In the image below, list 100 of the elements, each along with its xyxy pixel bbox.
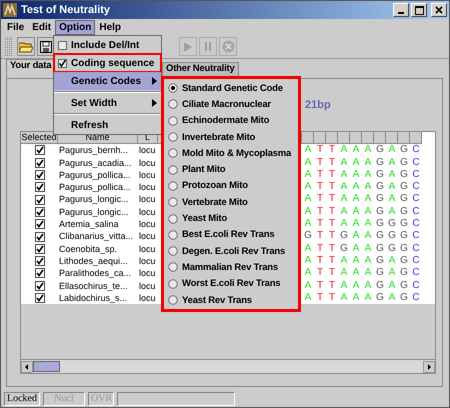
base-cell-text: G (399, 280, 409, 292)
base-cell-text: C (411, 218, 421, 230)
base-cell-text: A (364, 254, 372, 268)
base-cell-text: A (352, 242, 360, 255)
base-cell-text: A (388, 156, 396, 169)
base-cell-text: A (304, 193, 312, 206)
base-cell-text: G (375, 254, 385, 268)
table-cell-text: Artemia_salina (58, 218, 120, 230)
base-cell-text: T (328, 267, 336, 280)
base-cell-text: C (411, 280, 421, 292)
table-cell-text: locu (138, 218, 157, 230)
base-cell-text: A (340, 168, 348, 182)
base-cell-text: A (340, 156, 348, 169)
base-cell-text: A (364, 242, 372, 255)
base-cell-text: G (399, 292, 409, 304)
base-cell-text: G (399, 242, 409, 255)
base-cell-text: C (411, 206, 421, 218)
base-cell-text: A (340, 206, 348, 218)
window-title: Test of Neutrality (21, 4, 112, 16)
base-cell-text: A (364, 206, 372, 218)
base-cell-text: T (328, 218, 336, 230)
base-cell-text: A (304, 144, 312, 157)
base-cell-text: T (316, 206, 324, 218)
base-cell-text: T (316, 181, 324, 194)
base-cell-text: G (375, 218, 385, 230)
base-cell-text: A (304, 156, 312, 169)
base-cell-text: C (411, 181, 421, 194)
table-cell-text: Pagurus_longic... (58, 193, 130, 206)
base-cell-text: A (352, 267, 360, 280)
base-cell-text: A (304, 254, 312, 268)
table-cell-text: Lithodes_aequi... (58, 254, 129, 268)
status-field: Locked (4, 392, 40, 406)
base-cell-text: A (364, 193, 372, 206)
base-cell-text: G (375, 181, 385, 194)
base-cell-text: C (411, 254, 421, 268)
base-cell-text: A (304, 218, 312, 230)
table-cell-text: Coenobita_sp. (58, 242, 118, 255)
table-cell-text: locu (138, 206, 157, 218)
base-cell-text: A (304, 206, 312, 218)
base-cell-text: G (399, 206, 409, 218)
base-cell-text: T (328, 144, 336, 157)
base-cell-text: A (352, 144, 360, 157)
base-cell-text: A (388, 181, 396, 194)
base-cell-text: A (340, 254, 348, 268)
table-cell-text: locu (138, 242, 157, 255)
base-cell-text: T (316, 144, 324, 157)
base-cell-text: T (328, 280, 336, 292)
base-cell-text: A (340, 292, 348, 304)
menu-label: Include Del/Int (71, 40, 140, 50)
base-cell-text: T (328, 292, 336, 304)
base-cell-text: A (304, 242, 312, 255)
base-cell-text: G (399, 218, 409, 230)
base-cell-text: A (364, 181, 372, 194)
table-cell-text: Pagurus_acadia... (58, 156, 133, 169)
table-cell-text: Pagurus_longic... (58, 206, 130, 218)
base-cell-text: T (328, 168, 336, 182)
base-cell-text: G (375, 280, 385, 292)
base-cell-text: T (316, 193, 324, 206)
base-cell-text: A (364, 144, 372, 157)
table-cell-text: locu (138, 181, 157, 194)
base-cell-text: G (387, 242, 397, 255)
base-cell-text: T (316, 230, 324, 243)
base-cell-text: G (375, 168, 385, 182)
base-cell-text: A (364, 280, 372, 292)
base-cell-text: C (411, 242, 421, 255)
base-cell-text: A (340, 218, 348, 230)
base-cell-text: T (328, 181, 336, 194)
base-cell-text: T (316, 218, 324, 230)
base-cell-text: T (328, 230, 336, 243)
base-cell-text: A (352, 292, 360, 304)
table-cell-text: locu (138, 156, 157, 169)
base-cell-text: A (388, 292, 396, 304)
base-cell-text: G (387, 218, 397, 230)
base-cell-text: A (364, 156, 372, 169)
base-cell-text: A (304, 280, 312, 292)
table-cell-text: Ellasochirus_te... (58, 280, 129, 292)
base-cell-text: C (411, 156, 421, 169)
table-cell-text: locu (138, 292, 157, 304)
base-cell-text: G (303, 230, 313, 243)
base-cell-text: A (364, 168, 372, 182)
base-cell-text: A (352, 181, 360, 194)
base-cell-text: G (399, 230, 409, 243)
base-cell-text: A (304, 292, 312, 304)
base-cell-text: C (411, 230, 421, 243)
base-cell-text: T (328, 206, 336, 218)
base-cell-text: T (316, 254, 324, 268)
base-cell-text: A (304, 267, 312, 280)
base-cell-text: A (388, 280, 396, 292)
base-cell-text: T (316, 168, 324, 182)
base-cell-text: A (388, 193, 396, 206)
base-cell-text: C (411, 193, 421, 206)
base-cell-text: G (399, 144, 409, 157)
base-cell-text: A (340, 267, 348, 280)
menu-label: Genetic Codes (70, 76, 142, 86)
base-cell-text: A (352, 218, 360, 230)
base-cell-text: A (388, 144, 396, 157)
table-cell-text: locu (138, 267, 157, 280)
table-cell-text: locu (138, 144, 157, 157)
base-cell-text: C (411, 292, 421, 304)
base-cell-text: G (399, 181, 409, 194)
